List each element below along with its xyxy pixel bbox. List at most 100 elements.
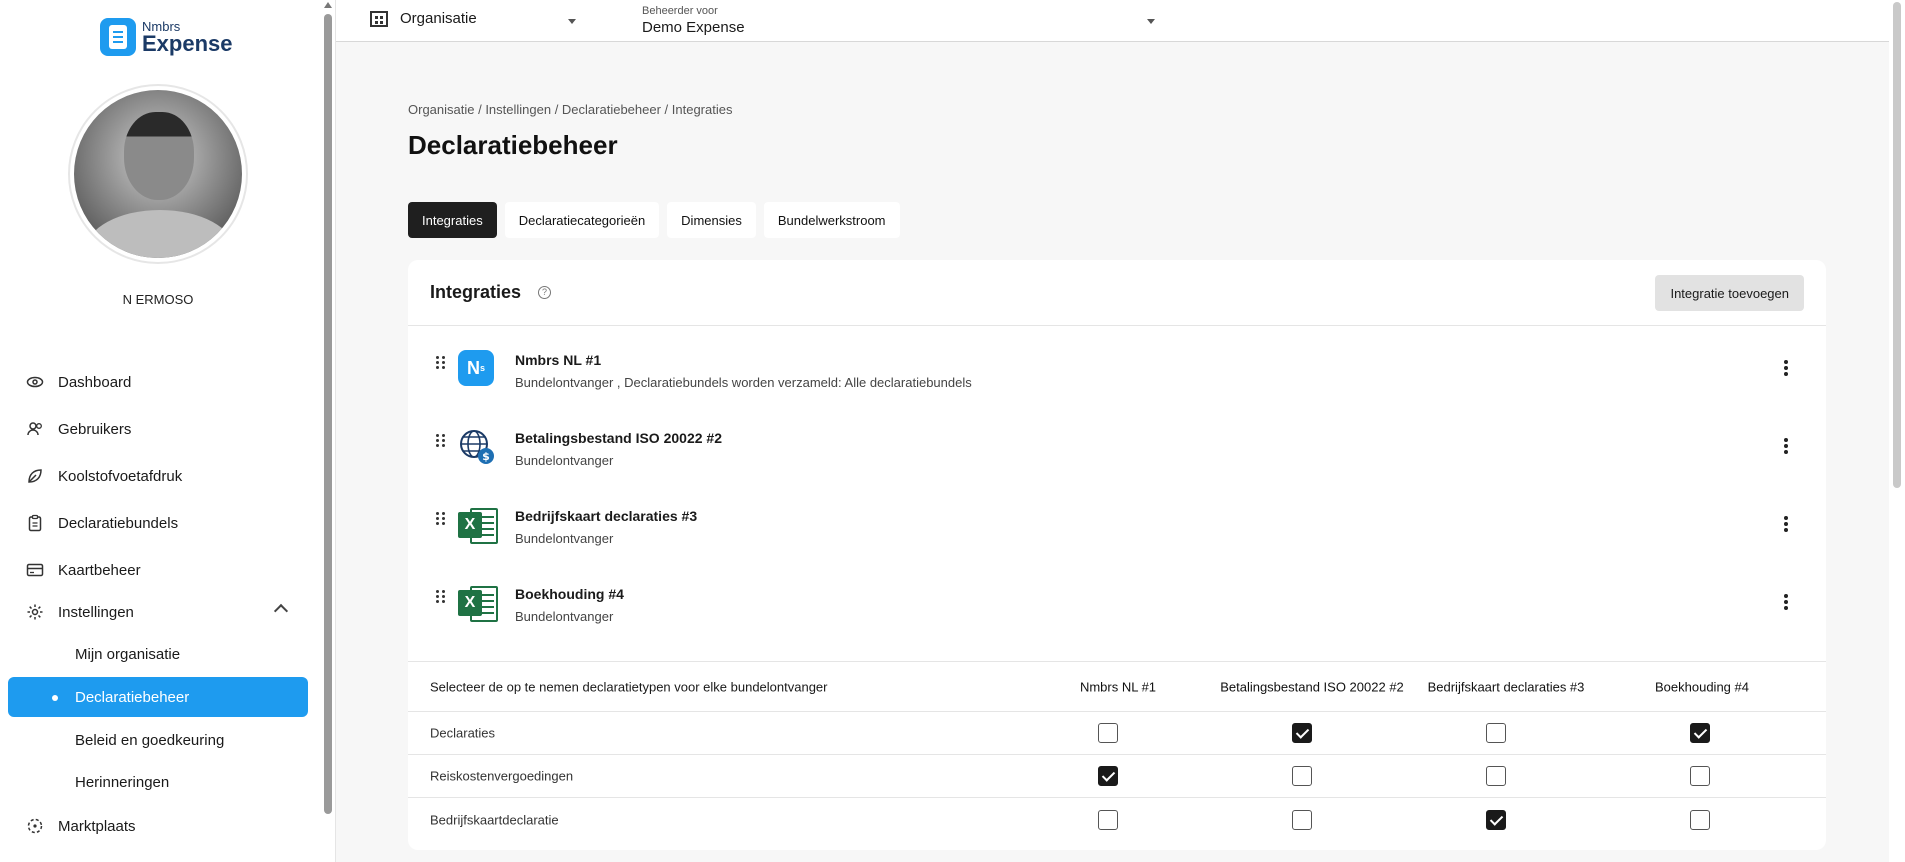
- integration-description: Bundelontvanger , Declaratiebundels word…: [515, 375, 972, 390]
- tab-bundelwerkstroom[interactable]: Bundelwerkstroom: [763, 202, 900, 238]
- receipt-icon: [100, 18, 136, 56]
- nav-label: Koolstofvoetafdruk: [58, 467, 183, 485]
- matrix-row-label: Declaraties: [430, 725, 496, 741]
- more-options-icon[interactable]: [1784, 516, 1788, 532]
- brand-big: Expense: [142, 30, 233, 56]
- organisation-select[interactable]: Organisatie: [370, 10, 477, 27]
- nmbrs-icon-letter: N: [466, 357, 480, 378]
- nav-item-kaartbeheer[interactable]: Kaartbeheer: [26, 550, 306, 590]
- integration-name: Boekhouding #4: [515, 586, 624, 602]
- integration-description: Bundelontvanger: [515, 609, 614, 624]
- scroll-up-icon[interactable]: [324, 2, 332, 8]
- drag-handle-icon[interactable]: [436, 434, 446, 448]
- sidebar-scroll-thumb[interactable]: [324, 14, 332, 814]
- nav-label: Gebruikers: [58, 420, 132, 438]
- integration-row[interactable]: $ Betalingsbestand ISO 20022 #2 Bundelon…: [408, 420, 1826, 484]
- integration-row[interactable]: Ns Nmbrs NL #1 Bundelontvanger , Declara…: [408, 342, 1826, 406]
- more-options-icon[interactable]: [1784, 438, 1788, 454]
- checkbox[interactable]: [1098, 809, 1118, 830]
- svg-text:$: $: [482, 450, 490, 463]
- globe-dollar-icon: $: [458, 428, 494, 464]
- nmbrs-icon: Ns: [458, 350, 494, 386]
- nav-item-marktplaats[interactable]: Marktplaats: [26, 806, 306, 846]
- card-header: Integraties ? Integratie toevoegen: [408, 260, 1826, 326]
- breadcrumb[interactable]: Organisatie / Instellingen / Declaratieb…: [408, 102, 732, 117]
- tab-dimensies[interactable]: Dimensies: [667, 202, 756, 238]
- integration-description: Bundelontvanger: [515, 531, 614, 546]
- integration-row[interactable]: X Bedrijfskaart declaraties #3 Bundelont…: [408, 498, 1826, 562]
- nav-item-koolstofvoetafdruk[interactable]: Koolstofvoetafdruk: [26, 456, 306, 496]
- matrix-header-label: Selecteer de op te nemen declaratietypen…: [430, 679, 828, 694]
- chevron-down-icon[interactable]: [1147, 19, 1155, 24]
- sidebar-subitem-declaratiebeheer[interactable]: Declaratiebeheer: [8, 677, 308, 717]
- top-bar: Organisatie Beheerder voor Demo Expense: [336, 0, 1905, 42]
- checkbox[interactable]: [1486, 723, 1506, 743]
- eye-icon: [26, 373, 44, 391]
- sidebar-subitem-herinneringen[interactable]: Herinneringen: [8, 762, 308, 802]
- integration-name: Betalingsbestand ISO 20022 #2: [515, 430, 722, 446]
- page-title: Declaratiebeheer: [408, 130, 618, 160]
- excel-badge: X: [458, 512, 482, 538]
- avatar-photo: [74, 90, 242, 258]
- page-scrollbar[interactable]: [1889, 0, 1905, 862]
- nav-label: Marktplaats: [58, 817, 136, 835]
- nav-item-gebruikers[interactable]: Gebruikers: [26, 409, 306, 449]
- drag-handle-icon[interactable]: [436, 590, 446, 604]
- checkbox[interactable]: [1292, 723, 1312, 743]
- marketplace-icon: [26, 817, 44, 835]
- nav-sub-label: Mijn organisatie: [75, 645, 181, 663]
- checkbox[interactable]: [1690, 766, 1710, 786]
- checkbox[interactable]: [1486, 809, 1506, 830]
- help-icon[interactable]: ?: [538, 286, 551, 299]
- drag-handle-icon[interactable]: [436, 356, 446, 370]
- checkbox[interactable]: [1292, 809, 1312, 830]
- more-options-icon[interactable]: [1784, 360, 1788, 376]
- drag-handle-icon[interactable]: [436, 512, 446, 526]
- admin-select[interactable]: Beheerder voor Demo Expense: [642, 5, 745, 36]
- declaration-type-matrix: Selecteer de op te nemen declaratietypen…: [408, 661, 1826, 841]
- nav-item-instellingen[interactable]: Instellingen: [26, 592, 306, 632]
- card-title: Integraties: [430, 282, 522, 302]
- leaf-icon: [26, 467, 44, 485]
- checkbox[interactable]: [1690, 809, 1710, 830]
- more-options-icon[interactable]: [1784, 594, 1788, 610]
- clipboard-icon: [26, 514, 44, 532]
- chevron-down-icon[interactable]: [568, 19, 576, 24]
- users-icon: [26, 420, 44, 438]
- add-integration-button[interactable]: Integratie toevoegen: [1655, 275, 1804, 311]
- matrix-row-label: Reiskostenvergoedingen: [430, 768, 574, 784]
- tab-integraties[interactable]: Integraties: [408, 202, 497, 238]
- integrations-card: Integraties ? Integratie toevoegen Ns Nm…: [408, 260, 1826, 850]
- chevron-up-icon[interactable]: [273, 603, 289, 619]
- tab-declaratiecategorieen[interactable]: Declaratiecategorieën: [504, 202, 660, 238]
- sidebar-scrollbar[interactable]: [320, 0, 336, 862]
- nav-sub-label: Declaratiebeheer: [75, 688, 190, 706]
- checkbox[interactable]: [1292, 766, 1312, 786]
- excel-icon: X: [458, 584, 498, 622]
- checkbox[interactable]: [1098, 723, 1118, 743]
- matrix-column-header: Betalingsbestand ISO 20022 #2: [1220, 679, 1404, 694]
- nav-label: Kaartbeheer: [58, 561, 141, 579]
- matrix-row: Reiskostenvergoedingen: [408, 755, 1826, 798]
- sidebar-subitem-mijn-organisatie[interactable]: Mijn organisatie: [8, 634, 308, 674]
- matrix-row-label: Bedrijfskaartdeclaratie: [430, 812, 559, 827]
- matrix-column-header: Nmbrs NL #1: [1079, 679, 1157, 694]
- checkbox[interactable]: [1098, 766, 1118, 786]
- matrix-header: Selecteer de op te nemen declaratietypen…: [408, 661, 1826, 712]
- nav-item-dashboard[interactable]: Dashboard: [26, 362, 306, 402]
- admin-label: Beheerder voor: [642, 5, 718, 17]
- app-logo[interactable]: Nmbrs Expense: [100, 18, 233, 56]
- integration-row[interactable]: X Boekhouding #4 Bundelontvanger: [408, 576, 1826, 640]
- sidebar: Nmbrs Expense N ERMOSO Dashboard Gebruik…: [0, 0, 320, 862]
- building-icon: [370, 10, 388, 27]
- sidebar-subitem-beleid[interactable]: Beleid en goedkeuring: [8, 720, 308, 760]
- checkbox[interactable]: [1486, 766, 1506, 786]
- active-dot-icon: [52, 695, 58, 701]
- nav-item-declaratiebundels[interactable]: Declaratiebundels: [26, 503, 306, 543]
- checkbox[interactable]: [1690, 723, 1710, 743]
- organisation-label: Organisatie: [400, 10, 477, 27]
- nav-sub-label: Beleid en goedkeuring: [75, 731, 225, 749]
- card-icon: [26, 561, 44, 579]
- page-scroll-thumb[interactable]: [1893, 2, 1901, 488]
- avatar[interactable]: [68, 84, 248, 264]
